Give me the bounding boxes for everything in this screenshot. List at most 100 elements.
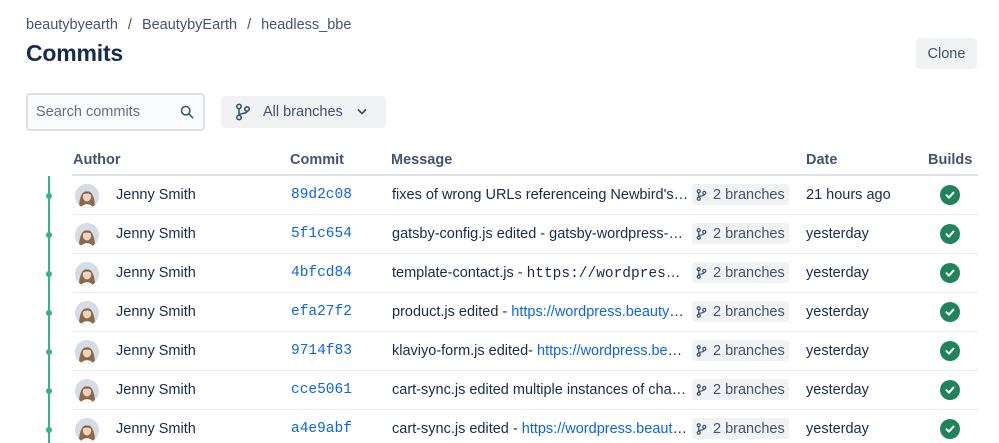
branch-icon xyxy=(235,103,251,121)
avatar[interactable] xyxy=(75,262,99,286)
column-header-message[interactable]: Message xyxy=(391,152,452,168)
commit-author: Jenny Smith xyxy=(116,343,196,359)
commit-message: cart-sync.js edited - https://wordpress.… xyxy=(392,421,689,438)
table-row[interactable]: Jenny Smith a4e9abf cart-sync.js edited - … xyxy=(0,410,999,443)
commit-node xyxy=(46,310,52,316)
commit-author: Jenny Smith xyxy=(116,382,196,398)
table-row[interactable]: Jenny Smith cce5061 cart-sync.js edited mu… xyxy=(0,371,999,410)
search-icon[interactable] xyxy=(180,105,194,119)
breadcrumb-workspace[interactable]: beautybyearth xyxy=(26,17,118,33)
commit-message-link[interactable]: https://wordpress.beautybyearth.com xyxy=(511,304,689,320)
avatar[interactable] xyxy=(75,301,99,325)
branches-count: 2 branches xyxy=(713,264,785,281)
commit-hash-link[interactable]: 9714f83 xyxy=(291,343,352,359)
branches-badge[interactable]: 2 branches xyxy=(692,301,789,322)
commit-message-text: cart-sync.js edited - xyxy=(392,421,522,437)
commit-date: yesterday xyxy=(806,226,869,242)
commit-message: klaviyo-form.js edited- https://wordpres… xyxy=(392,343,689,360)
branches-badge[interactable]: 2 branches xyxy=(692,184,789,205)
commit-hash-link[interactable]: 4bfcd84 xyxy=(291,265,352,281)
table-row[interactable]: Jenny Smith 89d2c08 fixes of wrong URLs re… xyxy=(0,176,999,215)
column-header-date[interactable]: Date xyxy=(806,152,837,168)
commit-author: Jenny Smith xyxy=(116,265,196,281)
table-header: Author Commit Message Date Builds xyxy=(0,152,999,176)
commit-date: yesterday xyxy=(806,382,869,398)
avatar[interactable] xyxy=(75,184,99,208)
branches-badge[interactable]: 2 branches xyxy=(692,223,789,244)
column-header-builds[interactable]: Builds xyxy=(928,152,972,168)
breadcrumb-project[interactable]: BeautybyEarth xyxy=(142,17,237,33)
branch-icon xyxy=(696,227,707,241)
commit-message-link[interactable]: https://wordpress.beautybyearth.com xyxy=(537,343,689,359)
table-row[interactable]: Jenny Smith 5f1c654 gatsby-config.js edite… xyxy=(0,215,999,254)
commit-hash-link[interactable]: cce5061 xyxy=(291,382,352,398)
check-circle-icon[interactable] xyxy=(940,224,960,244)
commit-date: yesterday xyxy=(806,343,869,359)
breadcrumb-repo[interactable]: headless_bbe xyxy=(261,17,351,33)
branch-filter-label: All branches xyxy=(263,104,343,120)
avatar[interactable] xyxy=(75,418,99,442)
commit-message-text: cart-sync.js edited multiple instances o… xyxy=(392,382,689,398)
branches-badge[interactable]: 2 branches xyxy=(692,379,789,400)
avatar[interactable] xyxy=(75,340,99,364)
branches-count: 2 branches xyxy=(713,186,785,203)
commit-message-link[interactable]: https://wordpress.beautybyearth.com xyxy=(522,421,689,437)
breadcrumb-separator: / xyxy=(247,17,252,33)
branch-filter-dropdown[interactable]: All branches xyxy=(221,96,386,128)
branches-count: 2 branches xyxy=(713,381,785,398)
check-circle-icon[interactable] xyxy=(940,302,960,322)
commit-hash-link[interactable]: 5f1c654 xyxy=(291,226,352,242)
page-title: Commits xyxy=(26,40,124,66)
clone-button[interactable]: Clone xyxy=(916,38,977,69)
chevron-down-icon xyxy=(357,109,367,115)
search-box xyxy=(26,93,205,131)
commit-message-text: fixes of wrong URLs referenceing Newbird… xyxy=(392,187,689,203)
commit-message-text: gatsby-config.js edited - gatsby-wordpre… xyxy=(392,226,689,242)
breadcrumb-separator: / xyxy=(127,17,132,33)
avatar[interactable] xyxy=(75,379,99,403)
column-header-author[interactable]: Author xyxy=(73,152,121,168)
commit-hash-link[interactable]: efa27f2 xyxy=(291,304,352,320)
commit-date: yesterday xyxy=(806,265,869,281)
commit-author: Jenny Smith xyxy=(116,304,196,320)
check-circle-icon[interactable] xyxy=(940,419,960,439)
column-header-commit[interactable]: Commit xyxy=(290,152,344,168)
check-circle-icon[interactable] xyxy=(940,185,960,205)
table-row[interactable]: Jenny Smith 4bfcd84 template-contact.js - … xyxy=(0,254,999,293)
commit-date: 21 hours ago xyxy=(806,187,891,203)
branches-badge[interactable]: 2 branches xyxy=(692,262,789,283)
commit-message-code: https://wordpress.beautybyearth.com xyxy=(526,266,689,282)
breadcrumb: beautybyearth / BeautybyEarth / headless… xyxy=(26,17,351,33)
commit-node xyxy=(46,349,52,355)
commit-date: yesterday xyxy=(806,421,869,437)
commit-message: gatsby-config.js edited - gatsby-wordpre… xyxy=(392,226,689,243)
commit-message-text: template-contact.js - xyxy=(392,265,527,281)
commit-message: fixes of wrong URLs referenceing Newbird… xyxy=(392,187,689,204)
check-circle-icon[interactable] xyxy=(940,380,960,400)
commit-node xyxy=(46,427,52,433)
table-row[interactable]: Jenny Smith efa27f2 product.js edited - ht… xyxy=(0,293,999,332)
branches-count: 2 branches xyxy=(713,342,785,359)
branches-count: 2 branches xyxy=(713,420,785,437)
commit-node xyxy=(46,232,52,238)
check-circle-icon[interactable] xyxy=(940,263,960,283)
commit-message: product.js edited - https://wordpress.be… xyxy=(392,304,689,321)
branches-badge[interactable]: 2 branches xyxy=(692,418,789,439)
branches-badge[interactable]: 2 branches xyxy=(692,340,789,361)
commit-node xyxy=(46,193,52,199)
table-row[interactable]: Jenny Smith 9714f83 klaviyo-form.js edited… xyxy=(0,332,999,371)
commit-hash-link[interactable]: a4e9abf xyxy=(291,421,352,437)
search-input[interactable] xyxy=(36,104,176,120)
commit-hash-link[interactable]: 89d2c08 xyxy=(291,187,352,203)
branch-icon xyxy=(696,344,707,358)
branch-icon xyxy=(696,266,707,280)
branch-icon xyxy=(696,188,707,202)
commit-message-text: klaviyo-form.js edited- xyxy=(392,343,538,359)
branch-icon xyxy=(696,383,707,397)
commit-author: Jenny Smith xyxy=(116,421,196,437)
commit-author: Jenny Smith xyxy=(116,187,196,203)
commit-author: Jenny Smith xyxy=(116,226,196,242)
check-circle-icon[interactable] xyxy=(940,341,960,361)
avatar[interactable] xyxy=(75,223,99,247)
commit-date: yesterday xyxy=(806,304,869,320)
